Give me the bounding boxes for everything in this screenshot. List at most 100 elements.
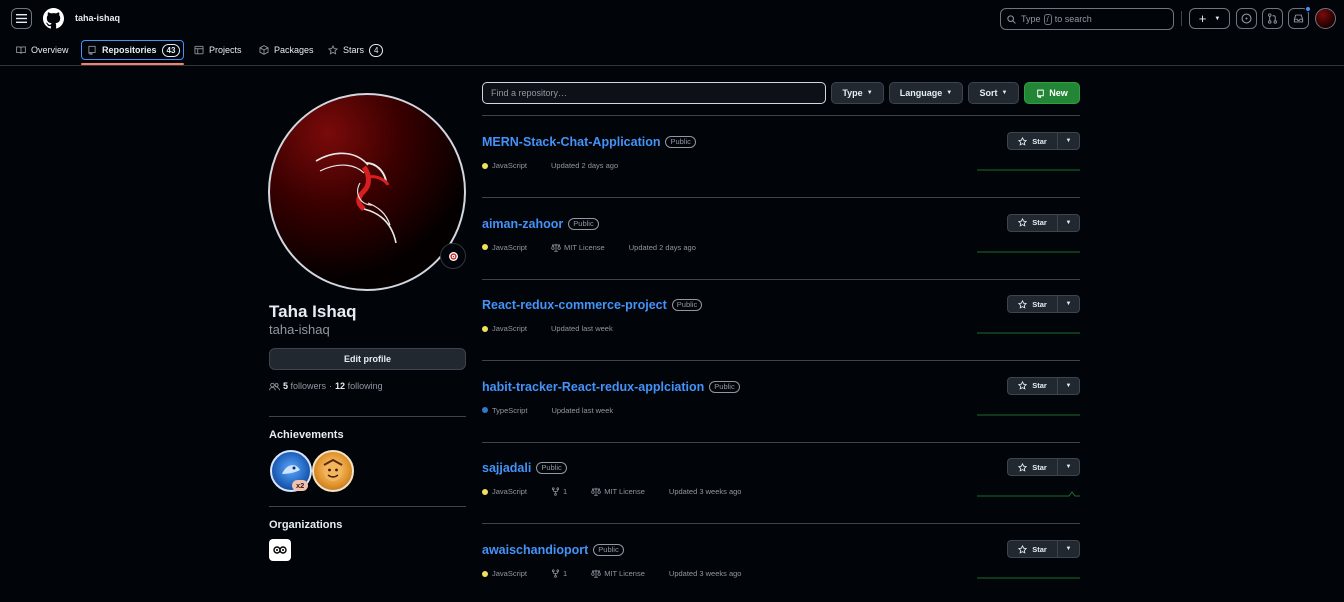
star-list-dropdown[interactable]: ▼ xyxy=(1058,459,1079,475)
repo-icon xyxy=(1037,89,1044,98)
star-button[interactable]: Star xyxy=(1008,377,1058,394)
tab-packages[interactable]: Packages xyxy=(259,40,314,60)
tab-projects[interactable]: Projects xyxy=(194,40,242,60)
new-repository-label: New xyxy=(1049,88,1068,98)
search-input[interactable]: Type / to search xyxy=(1000,8,1174,30)
repo-language-label: JavaScript xyxy=(492,487,528,497)
repo-updated: Updated 2 days ago xyxy=(628,242,696,252)
repo-name-link[interactable]: sajjadali xyxy=(482,461,531,475)
star-button[interactable]: Star xyxy=(1008,459,1058,476)
repositories-counter: 43 xyxy=(161,43,181,57)
followers-count: 5 xyxy=(283,381,289,391)
repo-name-link[interactable]: habit-tracker-React-redux-applciation xyxy=(482,380,704,394)
new-repository-button[interactable]: New xyxy=(1024,82,1080,104)
repo-license: MIT License xyxy=(551,243,617,252)
star-button[interactable]: Star xyxy=(1008,133,1058,149)
header-username[interactable]: taha-ishaq xyxy=(75,13,120,23)
profile-avatar[interactable] xyxy=(268,93,466,291)
repo-forked-icon xyxy=(551,487,560,496)
chevron-down-icon: ▼ xyxy=(866,90,873,96)
repo-forks-count: 1 xyxy=(563,487,568,497)
star-button[interactable]: Star xyxy=(1008,214,1058,231)
achievement-multiplier: x2 xyxy=(292,480,309,491)
chevron-down-icon: ▼ xyxy=(1001,90,1008,96)
star-button-group: Star ▼ xyxy=(1007,376,1080,395)
activity-sparkline xyxy=(977,414,1080,416)
tab-repositories[interactable]: Repositories 43 xyxy=(87,40,181,60)
followers-link[interactable]: 5 followers xyxy=(283,381,326,391)
tab-label: Overview xyxy=(31,45,69,55)
activity-sparkline xyxy=(977,332,1080,334)
tab-label: Stars xyxy=(343,45,365,55)
repo-forks-link[interactable]: 1 xyxy=(551,569,579,578)
star-list-dropdown[interactable]: ▼ xyxy=(1058,296,1079,312)
star-button[interactable]: Star xyxy=(1008,541,1058,557)
repo-forks-link[interactable]: 1 xyxy=(551,487,579,496)
people-icon xyxy=(269,382,280,390)
repo-meta: JavaScript Updated 2 days ago xyxy=(482,161,630,170)
visibility-badge: Public xyxy=(709,380,740,393)
organization-avatar[interactable] xyxy=(269,539,291,561)
pull-requests-button[interactable] xyxy=(1262,8,1283,29)
status-emoji-button[interactable] xyxy=(440,243,466,269)
repo-row: React-redux-commerce-project Public JavaSc… xyxy=(482,279,1080,362)
github-logo-icon[interactable] xyxy=(43,8,64,29)
search-prefix: Type xyxy=(1021,14,1041,24)
repo-row: sajjadali Public JavaScript 1 MIT License Upd… xyxy=(482,442,1080,525)
repo-name-link[interactable]: awaischandioport xyxy=(482,543,588,557)
menu-button[interactable] xyxy=(11,8,32,29)
sort-filter-button[interactable]: Sort ▼ xyxy=(968,82,1019,104)
star-button[interactable]: Star xyxy=(1008,296,1058,313)
visibility-badge: Public xyxy=(568,217,599,230)
type-filter-button[interactable]: Type ▼ xyxy=(831,82,884,104)
repo-name-link[interactable]: aiman-zahoor xyxy=(482,217,563,231)
star-list-dropdown[interactable]: ▼ xyxy=(1058,215,1079,231)
repo-name-link[interactable]: React-redux-commerce-project xyxy=(482,298,667,312)
repo-title: React-redux-commerce-project Public xyxy=(482,298,703,312)
issues-button[interactable] xyxy=(1236,8,1257,29)
repo-meta: TypeScript Updated last week xyxy=(482,406,625,415)
star-list-dropdown[interactable]: ▼ xyxy=(1058,378,1079,394)
tab-stars[interactable]: Stars 4 xyxy=(328,40,384,60)
repo-forked-icon xyxy=(551,569,560,578)
activity-sparkline xyxy=(977,169,1080,171)
edit-profile-button[interactable]: Edit profile xyxy=(269,348,466,370)
inbox-button[interactable] xyxy=(1288,6,1311,29)
tab-overview[interactable]: Overview xyxy=(16,40,69,60)
repo-license: MIT License xyxy=(591,487,657,496)
star-list-dropdown[interactable]: ▼ xyxy=(1058,133,1079,149)
repo-language: JavaScript xyxy=(482,324,539,333)
global-header: taha-ishaq Type / to search + ▼ Overview… xyxy=(0,0,1344,66)
repo-language: TypeScript xyxy=(482,406,539,415)
repo-license-label: MIT License xyxy=(564,242,605,252)
following-link[interactable]: 12 following xyxy=(335,381,383,391)
chevron-down-icon: ▼ xyxy=(1065,464,1072,471)
star-label: Star xyxy=(1032,381,1047,391)
repo-name-link[interactable]: MERN-Stack-Chat-Application xyxy=(482,135,660,149)
star-label: Star xyxy=(1032,136,1047,146)
repo-row: MERN-Stack-Chat-Application Public JavaScr… xyxy=(482,116,1080,198)
find-repository-input[interactable]: Find a repository… xyxy=(482,82,826,104)
repo-language: JavaScript xyxy=(482,487,539,496)
language-filter-button[interactable]: Language ▼ xyxy=(889,82,963,104)
chevron-down-icon: ▼ xyxy=(1214,15,1221,22)
star-icon xyxy=(1018,218,1028,227)
chevron-down-icon: ▼ xyxy=(946,90,953,96)
achievement-badge-pull-shark[interactable]: x2 xyxy=(270,450,312,492)
star-icon xyxy=(328,45,338,55)
language-color-dot xyxy=(482,488,488,495)
following-count: 12 xyxy=(335,381,346,391)
star-list-dropdown[interactable]: ▼ xyxy=(1058,541,1079,557)
following-label: following xyxy=(347,381,383,391)
repo-updated: Updated 3 weeks ago xyxy=(668,569,742,578)
user-avatar-menu[interactable] xyxy=(1315,8,1336,29)
law-icon xyxy=(551,243,561,252)
achievement-badge-yolo[interactable] xyxy=(312,450,354,492)
search-shortcut-key: / xyxy=(1043,13,1052,25)
activity-sparkline xyxy=(977,251,1080,253)
star-label: Star xyxy=(1032,218,1047,228)
star-button-group: Star ▼ xyxy=(1007,132,1080,150)
achievements-title[interactable]: Achievements xyxy=(269,429,344,441)
language-color-dot xyxy=(482,407,488,414)
create-new-button[interactable]: + ▼ xyxy=(1189,8,1230,29)
